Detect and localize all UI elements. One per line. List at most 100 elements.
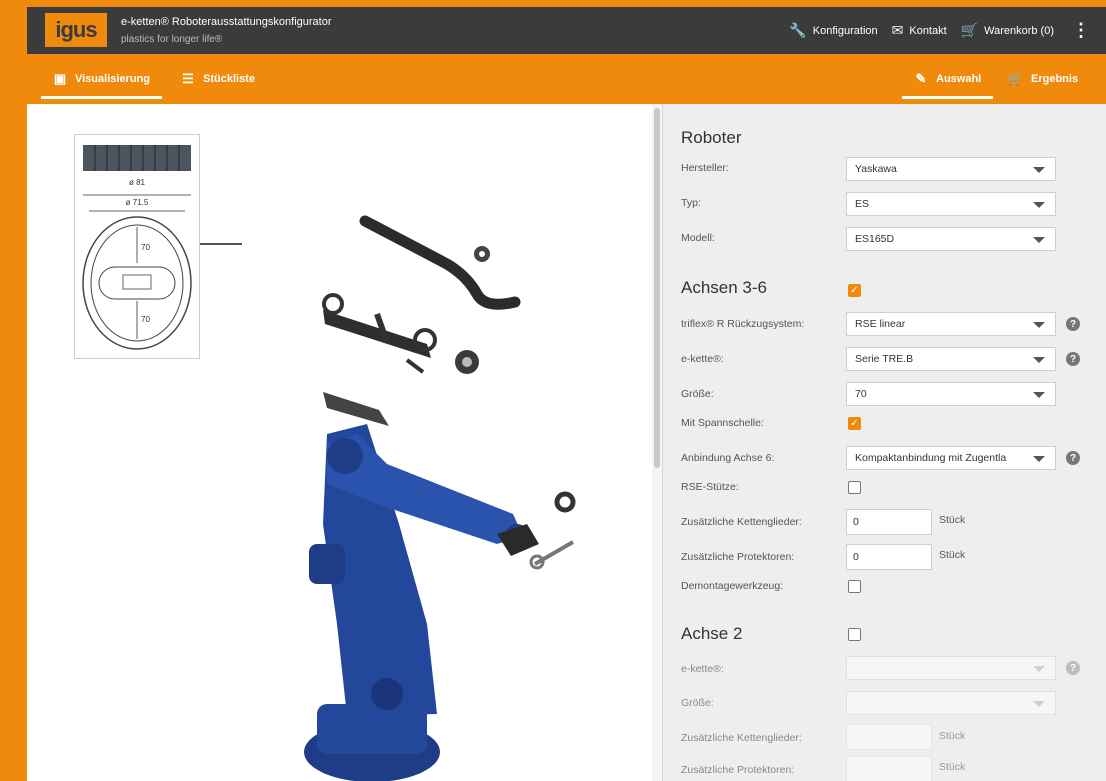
- triflex-select[interactable]: RSE linear: [846, 312, 1056, 336]
- ekette-label: e-kette®:: [681, 353, 724, 365]
- more-menu-icon[interactable]: ⋮: [1068, 20, 1094, 41]
- tab-ergebnis-label: Ergebnis: [1031, 73, 1079, 85]
- scrollbar-thumb[interactable]: [654, 108, 660, 468]
- achse2-groesse-label: Größe:: [681, 697, 714, 709]
- kettenglieder-value: 0: [853, 516, 859, 528]
- triflex-label: triflex® R Rückzugsystem:: [681, 318, 805, 330]
- help-icon[interactable]: ?: [1066, 661, 1080, 675]
- roboter-heading: Roboter: [681, 128, 742, 147]
- modell-value: ES165D: [855, 233, 895, 245]
- tab-visualisierung[interactable]: ▣ Visualisierung: [41, 54, 162, 104]
- canvas-scrollbar[interactable]: [652, 104, 662, 781]
- top-bar: igus e-ketten® Roboterausstattungskonfig…: [27, 7, 1106, 54]
- robot-arm: [304, 424, 539, 781]
- warenkorb-link[interactable]: 🛒 Warenkorb (0): [961, 22, 1054, 39]
- cart-icon: 🛒: [960, 22, 979, 38]
- chevron-down-icon: [1033, 666, 1045, 672]
- visualization-canvas[interactable]: ø 81 ø 71.5 70 70: [27, 104, 652, 781]
- tab-stueckliste[interactable]: ☰ Stückliste: [181, 54, 255, 104]
- robot-3d-view[interactable]: [27, 104, 652, 781]
- achse2-protektoren-label: Zusätzliche Protektoren:: [681, 764, 795, 776]
- achse2-protektoren-input[interactable]: [846, 756, 932, 781]
- achse2-checkbox[interactable]: [848, 628, 861, 641]
- protektoren-unit: Stück: [939, 549, 966, 561]
- cart-icon: 🛒: [1007, 71, 1025, 86]
- achse2-heading: Achse 2: [681, 624, 743, 643]
- kettenglieder-label: Zusätzliche Kettenglieder:: [681, 516, 802, 528]
- app-subtitle: plastics for longer life®: [121, 34, 223, 45]
- konfiguration-link[interactable]: 🔧 Konfiguration: [789, 22, 877, 39]
- anbindung-value: Kompaktanbindung mit Zugentla: [855, 452, 1007, 464]
- triflex-value: RSE linear: [855, 318, 906, 330]
- mail-icon: ✉: [891, 22, 904, 38]
- list-icon: ☰: [182, 71, 194, 86]
- hersteller-select[interactable]: Yaskawa: [846, 157, 1056, 181]
- chevron-down-icon: [1033, 357, 1045, 363]
- tab-ergebnis[interactable]: 🛒 Ergebnis: [1007, 54, 1079, 104]
- app-title: e-ketten® Roboterausstattungskonfigurato…: [121, 16, 332, 28]
- tab-bar: ▣ Visualisierung ☰ Stückliste ✎ Auswahl …: [27, 54, 1106, 104]
- tab-auswahl[interactable]: ✎ Auswahl: [901, 54, 994, 104]
- connector-part: [554, 491, 576, 513]
- achsen36-heading: Achsen 3-6: [681, 278, 767, 297]
- typ-value: ES: [855, 198, 870, 210]
- groesse-value: 70: [855, 388, 867, 400]
- chevron-down-icon: [1033, 392, 1045, 398]
- typ-select[interactable]: ES: [846, 192, 1056, 216]
- kontakt-link[interactable]: ✉ Kontakt: [892, 22, 947, 39]
- modell-select[interactable]: ES165D: [846, 227, 1056, 251]
- achse2-groesse-select[interactable]: [846, 691, 1056, 715]
- kettenglieder-input[interactable]: 0: [846, 509, 932, 535]
- chevron-down-icon: [1033, 167, 1045, 173]
- tab-auswahl-label: Auswahl: [936, 73, 982, 85]
- igus-logo[interactable]: igus: [45, 13, 107, 47]
- ekette-select[interactable]: Serie TRE.B: [846, 347, 1056, 371]
- protektoren-label: Zusätzliche Protektoren:: [681, 551, 795, 563]
- warenkorb-label: Warenkorb (0): [984, 24, 1054, 37]
- typ-label: Typ:: [681, 197, 701, 209]
- achse2-kettenglieder-unit: Stück: [939, 730, 966, 742]
- pencil-icon: ✎: [915, 71, 927, 86]
- demontage-label: Demontagewerkzeug:: [681, 580, 784, 592]
- spannschelle-checkbox[interactable]: ✓: [848, 417, 861, 430]
- demontage-checkbox[interactable]: [848, 580, 861, 593]
- achse2-protektoren-unit: Stück: [939, 761, 966, 773]
- achse2-kettenglieder-input[interactable]: [846, 724, 932, 750]
- top-nav: 🔧 Konfiguration ✉ Kontakt 🛒 Warenkorb (0…: [789, 7, 1094, 54]
- kontakt-label: Kontakt: [909, 24, 947, 37]
- protektoren-value: 0: [853, 551, 859, 563]
- image-icon: ▣: [53, 71, 67, 86]
- plate-part: [323, 392, 389, 426]
- rse-label: RSE-Stütze:: [681, 481, 739, 493]
- ekette-value: Serie TRE.B: [855, 353, 914, 365]
- achse2-ekette-select[interactable]: [846, 656, 1056, 680]
- hersteller-label: Hersteller:: [681, 162, 729, 174]
- protektoren-input[interactable]: 0: [846, 544, 932, 570]
- rse-checkbox[interactable]: [848, 481, 861, 494]
- groesse-select[interactable]: 70: [846, 382, 1056, 406]
- chevron-down-icon: [1033, 322, 1045, 328]
- tab-visualisierung-label: Visualisierung: [75, 73, 150, 85]
- anbindung-label: Anbindung Achse 6:: [681, 452, 775, 464]
- chevron-down-icon: [1033, 202, 1045, 208]
- help-icon[interactable]: ?: [1066, 317, 1080, 331]
- anbindung-select[interactable]: Kompaktanbindung mit Zugentla: [846, 446, 1056, 470]
- retraction-system-part: [322, 293, 437, 374]
- hose-part: [359, 215, 521, 310]
- modell-label: Modell:: [681, 232, 715, 244]
- help-icon[interactable]: ?: [1066, 352, 1080, 366]
- kettenglieder-unit: Stück: [939, 514, 966, 526]
- app-frame: igus e-ketten® Roboterausstattungskonfig…: [27, 7, 1106, 781]
- hersteller-value: Yaskawa: [855, 163, 897, 175]
- groesse-label: Größe:: [681, 388, 714, 400]
- tool-part: [533, 540, 575, 566]
- konfiguration-label: Konfiguration: [812, 24, 878, 37]
- achsen36-checkbox[interactable]: ✓: [848, 284, 861, 297]
- chevron-down-icon: [1033, 456, 1045, 462]
- achse2-kettenglieder-label: Zusätzliche Kettenglieder:: [681, 732, 802, 744]
- tab-stueckliste-label: Stückliste: [203, 73, 255, 85]
- achse2-ekette-label: e-kette®:: [681, 663, 724, 675]
- help-icon[interactable]: ?: [1066, 451, 1080, 465]
- configuration-panel: Roboter Hersteller: Yaskawa Typ: ES Mode…: [662, 104, 1106, 781]
- chevron-down-icon: [1033, 237, 1045, 243]
